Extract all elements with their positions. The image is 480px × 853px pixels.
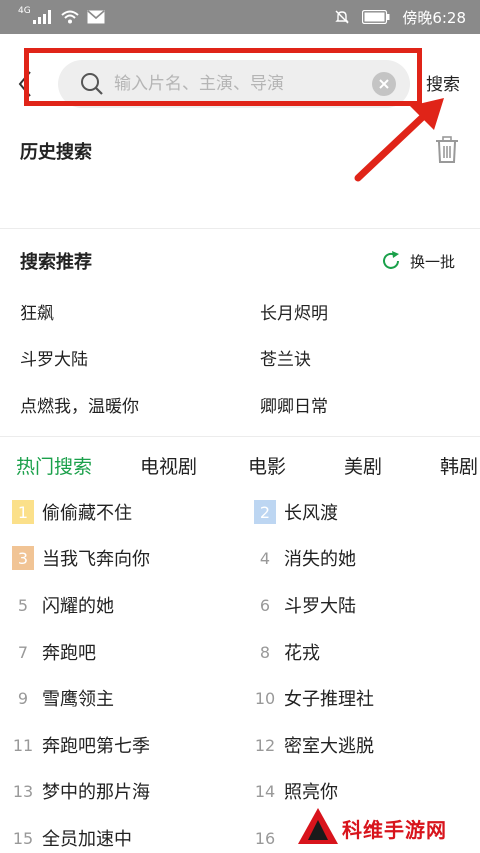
trash-icon[interactable] bbox=[434, 136, 460, 164]
wifi-icon bbox=[61, 10, 79, 24]
refresh-icon bbox=[383, 251, 399, 269]
rank-number: 16 bbox=[254, 828, 276, 848]
rank-number: 5 bbox=[17, 595, 29, 615]
tab-korean-series[interactable]: 韩剧 bbox=[440, 452, 478, 479]
battery-icon bbox=[362, 10, 390, 24]
hot-list-item[interactable]: 6 斗罗大陆 bbox=[254, 591, 356, 619]
tab-hot-search[interactable]: 热门搜索 bbox=[16, 452, 92, 479]
rank-number: 13 bbox=[12, 781, 34, 801]
rank-number: 11 bbox=[12, 735, 34, 755]
tab-movies[interactable]: 电影 bbox=[248, 452, 286, 479]
rank-number: 10 bbox=[254, 688, 276, 708]
hot-list-item[interactable]: 11 奔跑吧第七季 bbox=[12, 731, 150, 759]
recommend-item[interactable]: 卿卿日常 bbox=[260, 392, 328, 417]
divider bbox=[0, 228, 480, 229]
hot-list-item[interactable]: 7 奔跑吧 bbox=[12, 638, 96, 666]
mail-icon bbox=[87, 10, 105, 24]
hot-list-item[interactable]: 5 闪耀的她 bbox=[12, 591, 114, 619]
hot-item-title: 偷偷藏不住 bbox=[42, 503, 132, 524]
hot-item-title: 梦中的那片海 bbox=[42, 782, 150, 803]
hot-item-title: 全员加速中 bbox=[42, 829, 132, 850]
recommend-item[interactable]: 苍兰诀 bbox=[260, 345, 311, 370]
hot-item-title: 长风渡 bbox=[284, 503, 338, 524]
rank-number: 14 bbox=[254, 781, 276, 801]
watermark-logo-icon bbox=[298, 808, 338, 844]
recommend-title: 搜索推荐 bbox=[20, 252, 92, 273]
hot-item-title: 当我飞奔向你 bbox=[42, 549, 150, 570]
refresh-label: 换一批 bbox=[410, 252, 456, 271]
rank-badge: 2 bbox=[254, 500, 276, 524]
recommend-item[interactable]: 狂飙 bbox=[20, 299, 54, 324]
hot-item-title: 密室大逃脱 bbox=[284, 736, 374, 757]
rank-number: 12 bbox=[254, 735, 276, 755]
hot-item-title: 闪耀的她 bbox=[42, 596, 114, 617]
hot-list-item[interactable]: 16 bbox=[254, 824, 284, 852]
hot-item-title: 斗罗大陆 bbox=[284, 596, 356, 617]
hot-list-item[interactable]: 8 花戎 bbox=[254, 638, 320, 666]
hot-list-item[interactable]: 12 密室大逃脱 bbox=[254, 731, 374, 759]
mute-bell-icon bbox=[335, 10, 350, 24]
hot-item-title: 雪鹰领主 bbox=[42, 689, 114, 710]
refresh-button[interactable]: 换一批 bbox=[380, 248, 455, 274]
hot-item-title: 奔跑吧 bbox=[42, 643, 96, 664]
status-left: 4G bbox=[18, 6, 105, 28]
recommend-item[interactable]: 点燃我，温暖你 bbox=[20, 392, 139, 417]
rank-number: 6 bbox=[259, 595, 271, 615]
rank-number: 7 bbox=[17, 642, 29, 662]
network-type: 4G bbox=[18, 6, 31, 16]
rank-badge: 3 bbox=[12, 546, 34, 570]
status-right: 傍晚6:28 bbox=[334, 6, 466, 28]
history-title: 历史搜索 bbox=[20, 142, 92, 163]
clock: 傍晚6:28 bbox=[402, 8, 466, 27]
divider bbox=[0, 436, 480, 437]
rank-number: 15 bbox=[12, 828, 34, 848]
hot-list-item[interactable]: 2 长风渡 bbox=[254, 498, 338, 526]
status-bar: 4G 傍晚6:28 bbox=[0, 0, 480, 34]
hot-item-title: 女子推理社 bbox=[284, 689, 374, 710]
signal-icon bbox=[32, 10, 51, 24]
hot-list-item[interactable]: 3 当我飞奔向你 bbox=[12, 544, 150, 572]
recommend-item[interactable]: 长月烬明 bbox=[260, 299, 328, 324]
tab-tv-series[interactable]: 电视剧 bbox=[140, 452, 197, 479]
hot-list-item[interactable]: 15 全员加速中 bbox=[12, 824, 132, 852]
hot-tabs: 热门搜索 电视剧 电影 美剧 韩剧 bbox=[0, 452, 480, 486]
watermark-text: 科维手游网 bbox=[342, 818, 447, 842]
hot-list-item[interactable]: 4 消失的她 bbox=[254, 544, 356, 572]
hot-list-item[interactable]: 1 偷偷藏不住 bbox=[12, 498, 132, 526]
rank-number: 8 bbox=[259, 642, 271, 662]
hot-item-title: 奔跑吧第七季 bbox=[42, 736, 150, 757]
tab-us-series[interactable]: 美剧 bbox=[344, 452, 382, 479]
hot-item-title: 消失的她 bbox=[284, 549, 356, 570]
hot-list-item[interactable]: 9 雪鹰领主 bbox=[12, 684, 114, 712]
rank-number: 4 bbox=[259, 548, 271, 568]
hot-list-item[interactable]: 10 女子推理社 bbox=[254, 684, 374, 712]
rank-badge: 1 bbox=[12, 500, 34, 524]
rank-number: 9 bbox=[17, 688, 29, 708]
recommend-item[interactable]: 斗罗大陆 bbox=[20, 345, 88, 370]
hot-item-title: 花戎 bbox=[284, 643, 320, 664]
hot-list-item[interactable]: 13 梦中的那片海 bbox=[12, 777, 150, 805]
watermark: 科维手游网 bbox=[288, 800, 480, 853]
